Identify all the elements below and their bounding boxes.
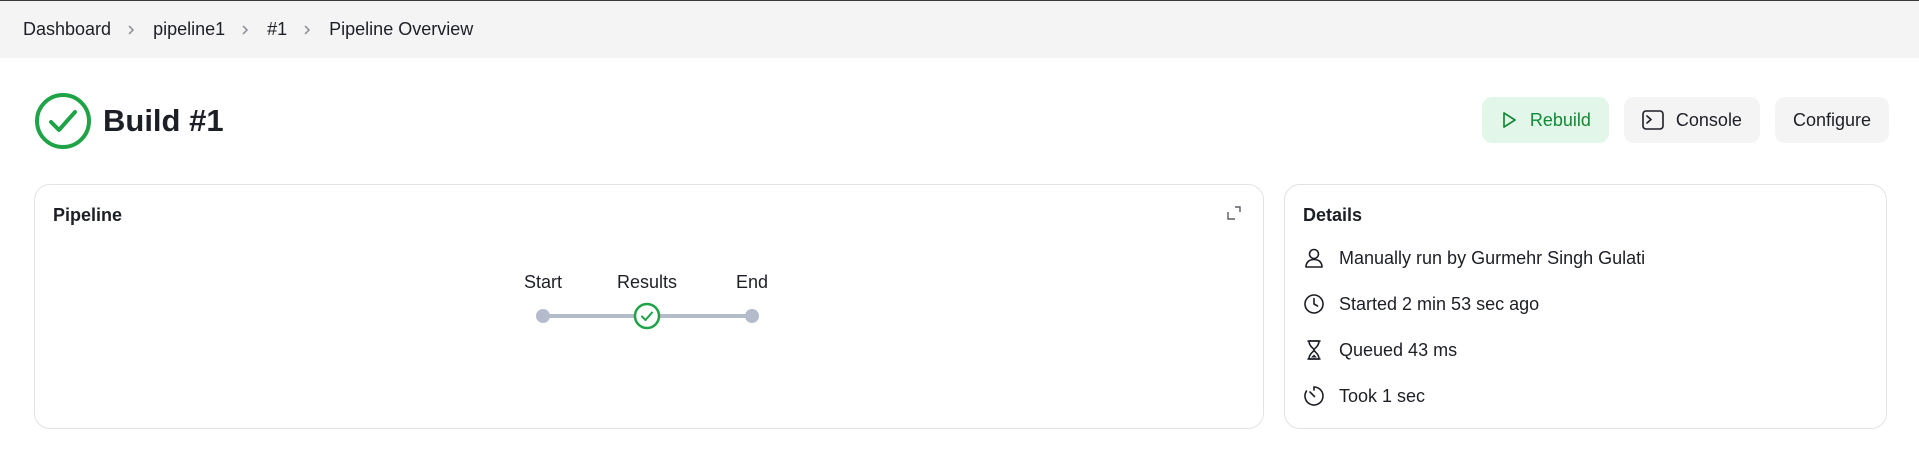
console-button[interactable]: Console	[1623, 97, 1760, 143]
stage-label-results: Results	[616, 272, 678, 292]
breadcrumb: Dashboard pipeline1 #1 Pipeline Overview	[0, 1, 1919, 58]
breadcrumb-dashboard[interactable]: Dashboard	[23, 19, 111, 40]
play-icon	[1503, 112, 1516, 128]
detail-row-duration: Took 1 sec	[1303, 385, 1425, 407]
page-title: Build #1	[103, 103, 224, 138]
pipeline-card: Pipeline Start Results End	[34, 184, 1264, 429]
detail-row-queued: Queued 43 ms	[1303, 339, 1457, 361]
timer-icon	[1304, 386, 1324, 406]
action-buttons: Rebuild Console Configure	[1481, 97, 1889, 143]
stage-node-start[interactable]	[536, 309, 550, 323]
breadcrumb-pipeline-overview: Pipeline Overview	[329, 19, 474, 39]
detail-started-by-text: Manually run by Gurmehr Singh Gulati	[1339, 247, 1646, 268]
breadcrumb-pipeline1[interactable]: pipeline1	[153, 19, 225, 40]
user-icon	[1305, 248, 1323, 268]
configure-button[interactable]: Configure	[1774, 97, 1889, 143]
chevron-right-icon	[239, 24, 251, 36]
chevron-right-icon	[301, 24, 313, 36]
console-label: Console	[1675, 109, 1742, 130]
detail-started-text: Started 2 min 53 sec ago	[1339, 293, 1540, 314]
stage-node-end[interactable]	[745, 309, 759, 323]
chevron-right-icon	[125, 24, 137, 36]
success-check-icon	[35, 93, 91, 149]
detail-row-started: Started 2 min 53 sec ago	[1303, 293, 1539, 315]
detail-queued-text: Queued 43 ms	[1339, 339, 1458, 360]
rebuild-label: Rebuild	[1529, 109, 1591, 130]
build-header: Build #1	[34, 92, 224, 150]
hourglass-icon	[1307, 340, 1321, 360]
pipeline-card-title: Pipeline	[53, 205, 123, 225]
rebuild-button[interactable]: Rebuild	[1481, 97, 1609, 143]
terminal-icon	[1642, 110, 1664, 130]
configure-label: Configure	[1792, 109, 1871, 130]
details-card-title: Details	[1303, 205, 1363, 225]
expand-icon[interactable]	[1227, 206, 1241, 220]
breadcrumb-build-1[interactable]: #1	[267, 19, 287, 40]
details-card: Details Manually run by Gurmehr Singh Gu…	[1284, 184, 1887, 429]
clock-icon	[1304, 294, 1324, 314]
breadcrumb-list: Dashboard pipeline1 #1 Pipeline Overview	[0, 19, 473, 40]
stage-node-results-success-icon[interactable]	[633, 302, 661, 330]
detail-duration-text: Took 1 sec	[1339, 385, 1426, 406]
detail-row-started-by: Manually run by Gurmehr Singh Gulati	[1303, 247, 1645, 269]
stage-label-end: End	[735, 272, 769, 292]
stage-label-start: Start	[523, 272, 563, 292]
